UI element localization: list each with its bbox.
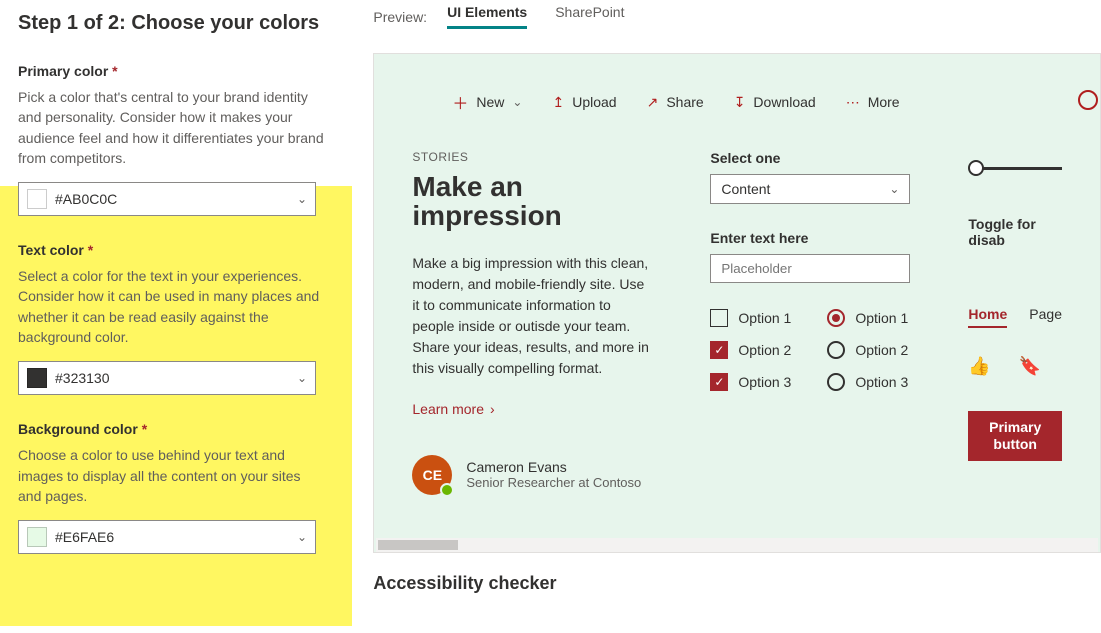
primary-color-label: Primary color (18, 63, 108, 79)
tab-ui-elements[interactable]: UI Elements (447, 4, 527, 29)
horizontal-scrollbar[interactable] (376, 538, 1098, 552)
text-color-value: #323130 (55, 370, 297, 386)
primary-color-dropdown[interactable]: #AB0C0C ⌄ (18, 182, 316, 216)
slider[interactable] (968, 160, 1062, 176)
download-button[interactable]: ↧Download (734, 94, 816, 111)
persona-role: Senior Researcher at Contoso (466, 475, 641, 490)
placeholder-input[interactable] (710, 254, 910, 283)
persona-name: Cameron Evans (466, 459, 641, 475)
primary-color-desc: Pick a color that's central to your bran… (18, 87, 327, 168)
hero-description: Make a big impression with this clean, m… (412, 253, 652, 379)
background-color-label: Background color (18, 421, 138, 437)
primary-color-section: Primary color * Pick a color that's cent… (18, 63, 327, 216)
slider-track-line (976, 167, 1062, 170)
slider-handle[interactable] (968, 160, 984, 176)
background-color-dropdown[interactable]: #E6FAE6 ⌄ (18, 520, 316, 554)
preview-tabs-row: Preview: UI Elements SharePoint (373, 4, 1101, 29)
plus-icon: ＋ (452, 90, 468, 114)
bookmark-icon[interactable]: 🔖 (1019, 356, 1041, 377)
chevron-down-icon: ⌄ (297, 530, 307, 544)
chevron-down-icon: ⌄ (512, 95, 522, 109)
tab-sharepoint[interactable]: SharePoint (555, 4, 624, 29)
checkbox-group: Option 1 ✓Option 2 ✓Option 3 (710, 309, 791, 391)
form-column: Select one Content ⌄ Enter text here Opt… (710, 150, 910, 495)
select-value: Content (721, 181, 770, 197)
stories-label: STORIES (412, 150, 652, 164)
primary-button[interactable]: Primary button (968, 411, 1062, 461)
hero-column: STORIES Make an impression Make a big im… (412, 150, 652, 495)
new-button[interactable]: ＋New⌄ (452, 90, 522, 114)
primary-color-swatch (27, 189, 47, 209)
controls-column: Toggle for disab Home Page 👍 🔖 Primary b… (968, 150, 1062, 495)
chevron-right-icon: › (490, 401, 495, 417)
chevron-down-icon: ⌄ (889, 182, 899, 196)
share-button[interactable]: ↗Share (647, 94, 704, 111)
accessibility-checker-header: Accessibility checker (373, 573, 1101, 594)
step-title: Step 1 of 2: Choose your colors (18, 12, 327, 35)
text-color-swatch (27, 368, 47, 388)
select-label: Select one (710, 150, 910, 166)
presence-available-icon (440, 483, 454, 497)
background-color-section: Background color * Choose a color to use… (18, 421, 327, 554)
chevron-down-icon: ⌄ (297, 371, 307, 385)
content-select[interactable]: Content ⌄ (710, 174, 910, 204)
preview-label: Preview: (373, 9, 427, 25)
checkbox-option-1[interactable] (710, 309, 728, 327)
checkbox-option-2[interactable]: ✓ (710, 341, 728, 359)
like-icon[interactable]: 👍 (968, 356, 990, 377)
share-icon: ↗ (647, 94, 659, 111)
preview-panel: Preview: UI Elements SharePoint ＋New⌄ ↥U… (345, 0, 1101, 633)
radio-option-1[interactable] (827, 309, 845, 327)
primary-color-value: #AB0C0C (55, 191, 297, 207)
more-button[interactable]: ⋯More (846, 94, 900, 111)
toggle-label: Toggle for disab (968, 216, 1062, 248)
scrollbar-thumb[interactable] (378, 540, 458, 550)
persona-avatar: CE (412, 455, 452, 495)
nav-tabs: Home Page (968, 306, 1062, 328)
color-ring-icon[interactable] (1078, 90, 1098, 110)
nav-tab-home[interactable]: Home (968, 306, 1007, 328)
download-icon: ↧ (734, 94, 746, 111)
radio-option-2[interactable] (827, 341, 845, 359)
text-color-dropdown[interactable]: #323130 ⌄ (18, 361, 316, 395)
enter-text-label: Enter text here (710, 230, 910, 246)
hero-title: Make an impression (412, 172, 652, 231)
checkbox-option-3[interactable]: ✓ (710, 373, 728, 391)
learn-more-link[interactable]: Learn more› (412, 401, 494, 417)
text-color-section: Text color * Select a color for the text… (18, 242, 327, 395)
required-indicator: * (112, 63, 117, 79)
required-indicator: * (142, 421, 147, 437)
upload-icon: ↥ (552, 94, 564, 111)
more-icon: ⋯ (846, 94, 860, 111)
radio-option-3[interactable] (827, 373, 845, 391)
background-color-swatch (27, 527, 47, 547)
settings-panel: Step 1 of 2: Choose your colors Primary … (0, 0, 345, 633)
preview-canvas: ＋New⌄ ↥Upload ↗Share ↧Download ⋯More STO… (373, 53, 1101, 553)
background-color-desc: Choose a color to use behind your text a… (18, 445, 327, 506)
radio-group: Option 1 Option 2 Option 3 (827, 309, 908, 391)
text-color-desc: Select a color for the text in your expe… (18, 266, 327, 347)
nav-tab-page[interactable]: Page (1029, 306, 1062, 328)
required-indicator: * (88, 242, 93, 258)
background-color-value: #E6FAE6 (55, 529, 297, 545)
text-color-label: Text color (18, 242, 84, 258)
upload-button[interactable]: ↥Upload (552, 94, 616, 111)
chevron-down-icon: ⌄ (297, 192, 307, 206)
command-bar: ＋New⌄ ↥Upload ↗Share ↧Download ⋯More (452, 90, 1062, 114)
persona: CE Cameron Evans Senior Researcher at Co… (412, 455, 652, 495)
